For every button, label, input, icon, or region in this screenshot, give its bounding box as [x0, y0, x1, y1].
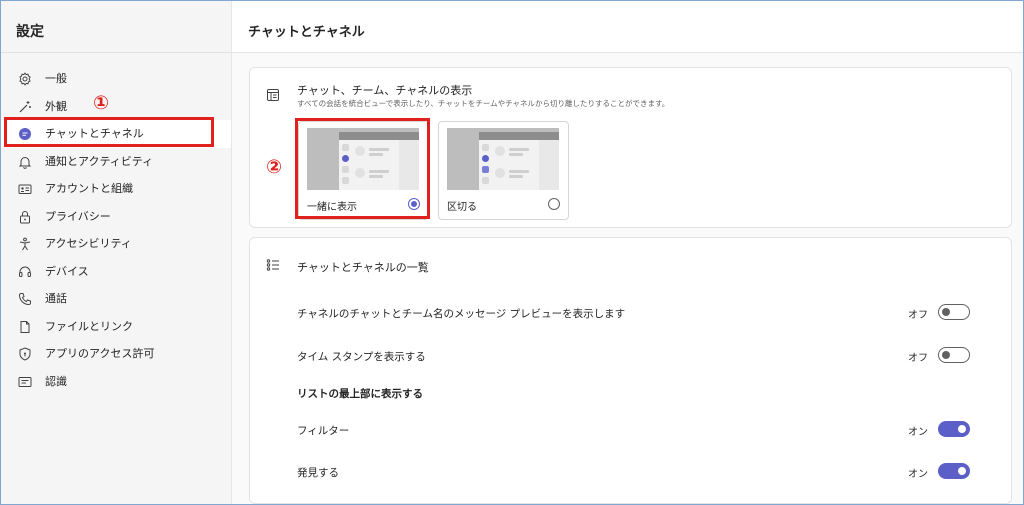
shield-icon	[19, 347, 31, 361]
main-panel: チャットとチャネル チャット、チーム、チャネルの表示 すべての会話を統合ビューで…	[232, 1, 1023, 504]
discover-state: オン	[908, 469, 928, 480]
sidebar-item-label: 通知とアクティビティ	[45, 154, 154, 168]
sidebar-item-notifications[interactable]: 通知とアクティビティ	[1, 148, 231, 176]
option-separate[interactable]: 区切る	[438, 121, 569, 220]
settings-sidebar: 設定 一般 外観 チャットとチャネル 通知とアクティビティ アカウントと組織 プ…	[1, 1, 232, 504]
message-preview-label: チャネルのチャットとチーム名のメッセージ プレビューを表示します	[297, 308, 626, 320]
annotation-number-two: ②	[266, 156, 283, 178]
sidebar-item-general[interactable]: 一般	[1, 65, 231, 93]
id-card-icon	[18, 184, 32, 194]
sidebar-item-label: 外観	[45, 99, 67, 113]
phone-icon	[18, 293, 31, 306]
filter-label: フィルター	[297, 425, 350, 437]
message-preview-toggle[interactable]	[938, 304, 970, 320]
sidebar-divider	[1, 52, 231, 53]
option-separate-label: 区切る	[447, 202, 477, 213]
sidebar-item-files-and-links[interactable]: ファイルとリンク	[1, 313, 231, 341]
sidebar-item-label: アプリのアクセス許可	[45, 347, 155, 360]
sidebar-item-calls[interactable]: 通話	[1, 285, 231, 313]
layout-icon	[267, 89, 279, 101]
sidebar-nav: 一般 外観 チャットとチャネル 通知とアクティビティ アカウントと組織 プライバ…	[1, 65, 231, 395]
sidebar-item-app-permissions[interactable]: アプリのアクセス許可	[1, 340, 231, 368]
list-settings-card: チャットとチャネルの一覧 チャネルのチャットとチーム名のメッセージ プレビューを…	[249, 237, 1012, 504]
option-separate-preview	[447, 128, 559, 190]
timestamp-toggle[interactable]	[938, 347, 970, 363]
sidebar-title: 設定	[16, 24, 44, 40]
accessibility-icon	[19, 237, 31, 251]
filter-state: オン	[908, 427, 928, 438]
annotation-number-one: ①	[93, 92, 110, 114]
sidebar-item-label: 認識	[45, 374, 67, 388]
sidebar-item-label: プライバシー	[45, 209, 111, 223]
sidebar-item-accounts[interactable]: アカウントと組織	[1, 175, 231, 203]
annotation-box-combined-option	[295, 118, 430, 219]
sidebar-item-label: デバイス	[45, 264, 89, 278]
sidebar-item-label: ファイルとリンク	[45, 319, 133, 333]
bell-icon	[18, 156, 32, 169]
sidebar-item-privacy[interactable]: プライバシー	[1, 203, 231, 231]
display-card-subtitle: すべての会話を統合ビューで表示したり、チャットをチームやチャネルから切り離したり…	[297, 99, 670, 108]
headset-icon	[19, 266, 31, 277]
sidebar-item-accessibility[interactable]: アクセシビリティ	[1, 230, 231, 258]
sidebar-item-label: 通話	[45, 292, 67, 305]
sidebar-item-label: 一般	[45, 72, 67, 85]
option-separate-radio[interactable]	[548, 198, 560, 210]
recognition-icon	[18, 376, 32, 387]
page-title: チャットとチャネル	[248, 25, 365, 40]
show-at-top-heading: リストの最上部に表示する	[297, 388, 423, 400]
magic-wand-icon	[19, 100, 31, 112]
lock-icon	[20, 210, 30, 223]
filter-toggle[interactable]	[938, 421, 970, 437]
list-icon	[266, 259, 279, 271]
sidebar-item-appearance[interactable]: 外観	[1, 93, 231, 121]
sidebar-item-recognition[interactable]: 認識	[1, 368, 231, 396]
sidebar-item-label: アカウントと組織	[45, 182, 133, 195]
gear-icon	[19, 72, 31, 86]
discover-label: 発見する	[297, 467, 339, 479]
annotation-box-chat-and-channels	[4, 117, 214, 147]
timestamp-state: オフ	[908, 353, 928, 364]
display-card-title: チャット、チーム、チャネルの表示	[297, 84, 473, 97]
timestamp-label: タイム スタンプを表示する	[297, 351, 426, 363]
message-preview-state: オフ	[908, 310, 928, 321]
list-card-title: チャットとチャネルの一覧	[297, 261, 429, 274]
sidebar-item-label: アクセシビリティ	[45, 237, 132, 250]
document-icon	[20, 320, 30, 333]
sidebar-item-devices[interactable]: デバイス	[1, 258, 231, 286]
main-header: チャットとチャネル	[232, 1, 1023, 53]
discover-toggle[interactable]	[938, 463, 970, 479]
